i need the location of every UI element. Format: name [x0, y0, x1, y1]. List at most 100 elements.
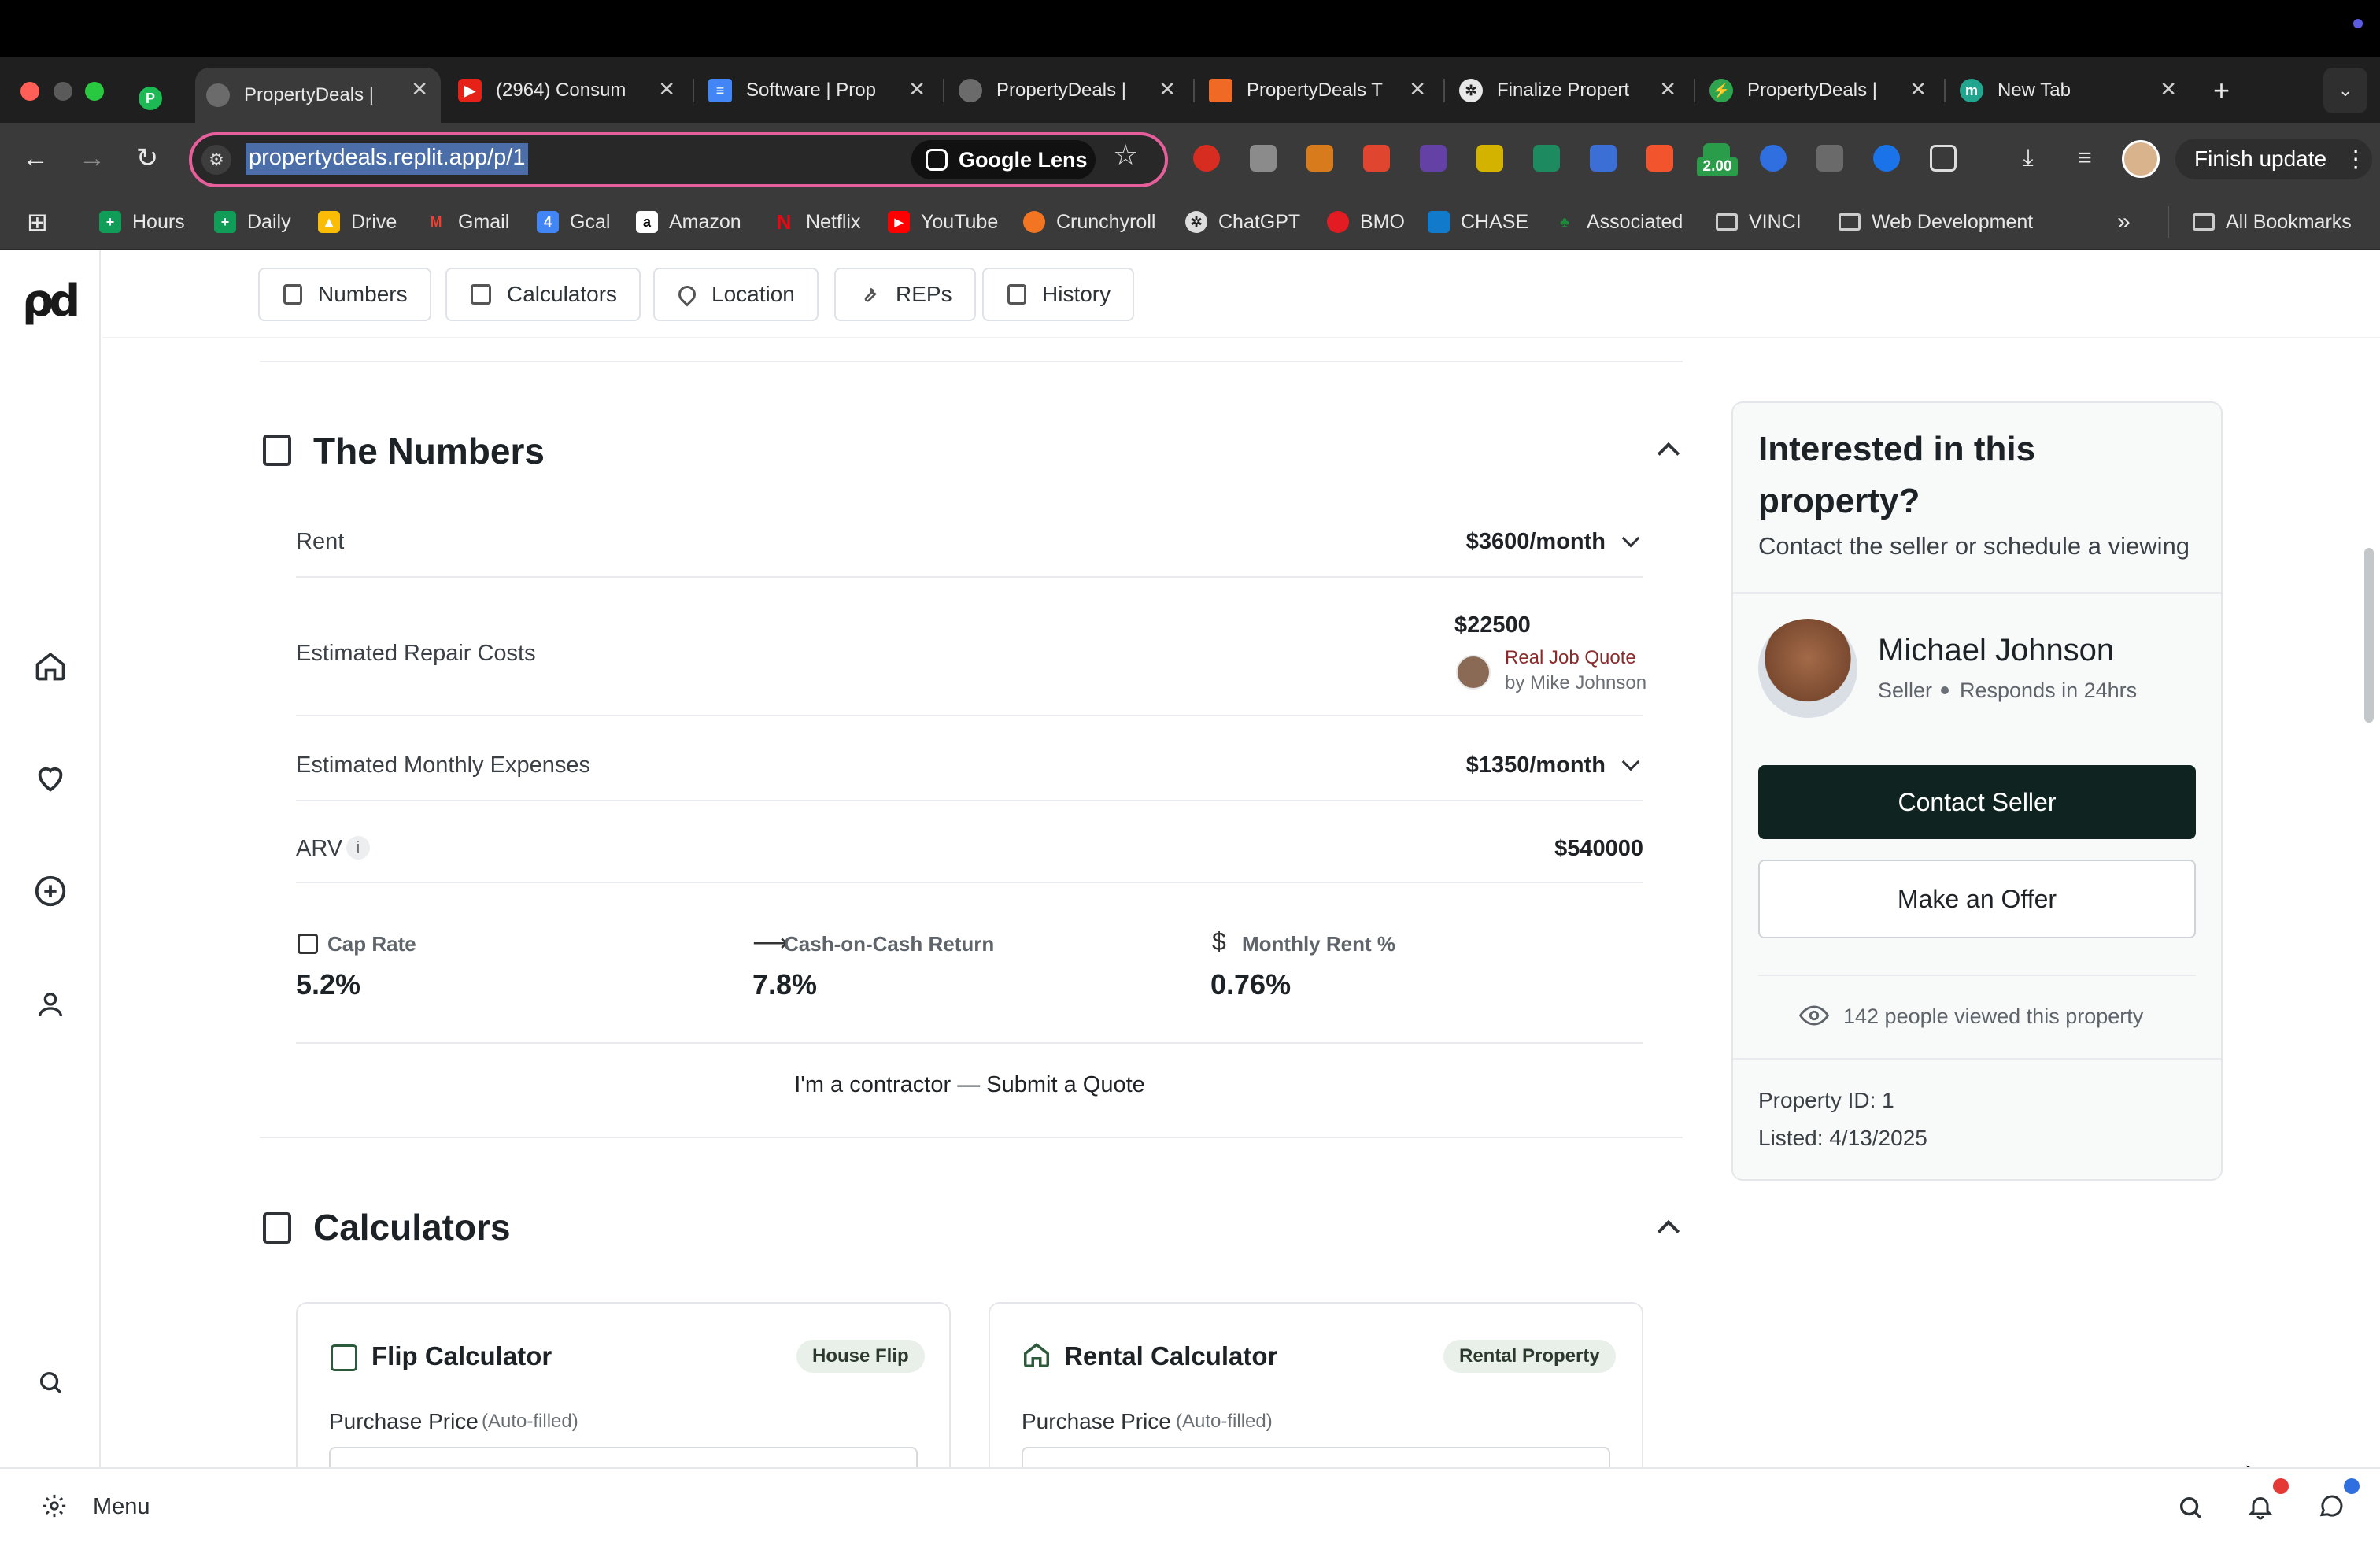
profile-p-icon: P	[139, 87, 162, 110]
tab-title: PropertyDeals |	[996, 80, 1126, 101]
bookmark-netflix[interactable]: N Netflix	[773, 208, 861, 236]
close-tab-icon[interactable]: ✕	[1409, 77, 1426, 102]
tab-separator	[1694, 79, 1695, 102]
bookmark-chatgpt[interactable]: ✲ ChatGPT	[1185, 208, 1300, 236]
bookmark-chase[interactable]: CHASE	[1428, 208, 1528, 236]
tab-youtube[interactable]: ▶ (2964) Consum ✕	[447, 68, 688, 113]
bookmark-bmo[interactable]: BMO	[1327, 208, 1405, 236]
close-tab-icon[interactable]: ✕	[908, 77, 926, 102]
real-job-quote-link[interactable]: Real Job Quote	[1505, 647, 1636, 669]
extension-purple-icon[interactable]	[1420, 145, 1447, 172]
gear-icon[interactable]	[41, 1492, 68, 1523]
extension-green-s-icon[interactable]	[1533, 145, 1560, 172]
contractor-submit-quote-link[interactable]: I'm a contractor — Submit a Quote	[296, 1072, 1643, 1098]
rental-autofilled-hint: (Auto-filled)	[1176, 1411, 1273, 1432]
contact-seller-button[interactable]: Contact Seller	[1758, 765, 2196, 839]
bookmark-drive[interactable]: ▲ Drive	[318, 208, 397, 236]
extension-grey-icon[interactable]	[1250, 145, 1277, 172]
heart-icon[interactable]	[30, 757, 71, 798]
nav-history[interactable]: History	[982, 268, 1135, 321]
nav-calculators[interactable]: Calculators	[445, 268, 641, 321]
close-tab-icon[interactable]: ✕	[1909, 77, 1927, 102]
divider	[296, 1042, 1643, 1044]
chat-icon[interactable]	[2317, 1492, 2345, 1525]
media-control-icon[interactable]: ≡	[2065, 139, 2105, 178]
extension-pen-icon[interactable]	[1590, 145, 1617, 172]
extension-todoist-icon[interactable]	[1363, 145, 1390, 172]
download-icon[interactable]: ⤓	[2009, 139, 2048, 178]
extension-orange-2-icon[interactable]	[1646, 145, 1673, 172]
bookmark-daily[interactable]: + Daily	[214, 208, 291, 236]
make-offer-button[interactable]: Make an Offer	[1758, 860, 2196, 938]
search-icon[interactable]	[30, 1362, 71, 1403]
tab-new-tab[interactable]: m New Tab ✕	[1949, 68, 2190, 113]
pd-logo[interactable]: ρd	[22, 276, 80, 327]
cap-rate-label: Cap Rate	[327, 932, 416, 956]
bookmark-label: BMO	[1360, 210, 1405, 233]
url-text[interactable]: propertydeals.replit.app/p/1	[246, 143, 529, 175]
bookmark-hours[interactable]: + Hours	[99, 208, 185, 236]
map-pin-icon	[674, 282, 700, 307]
more-bookmarks-icon[interactable]: »	[2117, 208, 2131, 236]
nav-numbers[interactable]: Numbers	[258, 268, 431, 321]
bookmark-gmail[interactable]: M Gmail	[425, 208, 510, 236]
tab-propertydeals-1[interactable]: PropertyDeals | ✕	[195, 68, 441, 123]
close-tab-icon[interactable]: ✕	[2160, 77, 2177, 102]
bookmark-folder-vinci[interactable]: VINCI	[1716, 208, 1802, 236]
percent-square-icon	[263, 1212, 291, 1244]
quote-author: by Mike Johnson	[1505, 672, 1647, 693]
menu-label[interactable]: Menu	[93, 1494, 150, 1520]
extension-orange-icon[interactable]	[1306, 145, 1333, 172]
bookmark-folder-web-development[interactable]: Web Development	[1839, 208, 2033, 236]
extension-1password-icon[interactable]	[1873, 145, 1900, 172]
site-info-icon[interactable]: ⚙	[201, 145, 231, 175]
extensions-puzzle-icon[interactable]	[1930, 145, 1957, 172]
tab-group-badge[interactable]: P	[139, 76, 162, 121]
nav-location[interactable]: Location	[653, 268, 819, 321]
add-circle-icon[interactable]	[30, 871, 71, 912]
bookmark-associated[interactable]: ♣ Associated	[1554, 208, 1683, 236]
extension-red-icon[interactable]	[1193, 145, 1220, 172]
close-window-icon[interactable]	[20, 82, 39, 101]
tab-search-button[interactable]: ⌄	[2323, 68, 2367, 113]
bookmark-youtube[interactable]: ▶ YouTube	[888, 208, 998, 236]
back-button[interactable]: ←	[16, 139, 55, 178]
user-icon[interactable]	[30, 984, 71, 1025]
close-tab-icon[interactable]: ✕	[1659, 77, 1676, 102]
all-bookmarks-folder[interactable]: All Bookmarks	[2193, 208, 2352, 236]
flip-purchase-price-label: Purchase Price	[329, 1409, 479, 1433]
new-tab-button[interactable]: +	[2202, 68, 2249, 113]
google-lens-button[interactable]: Google Lens	[911, 140, 1096, 179]
minimize-window-icon[interactable]	[54, 82, 72, 101]
tab-propertydeals-3[interactable]: PropertyDeals T ✕	[1198, 68, 1439, 113]
status-dot-icon	[2353, 19, 2363, 28]
tab-title: PropertyDeals |	[1747, 80, 1877, 101]
maximize-window-icon[interactable]	[85, 82, 104, 101]
close-tab-icon[interactable]: ✕	[411, 77, 428, 102]
forward-button[interactable]: →	[72, 139, 112, 178]
page-scrollbar-thumb[interactable]	[2364, 548, 2374, 723]
home-icon[interactable]	[30, 645, 71, 686]
close-tab-icon[interactable]: ✕	[658, 77, 675, 102]
extension-yellow-icon[interactable]	[1476, 145, 1503, 172]
extension-screen-icon[interactable]	[1816, 145, 1843, 172]
bell-icon[interactable]	[2246, 1492, 2275, 1525]
extension-blue-icon[interactable]	[1760, 145, 1787, 172]
tab-propertydeals-4[interactable]: ⚡ PropertyDeals | ✕	[1698, 68, 1939, 113]
tab-propertydeals-2[interactable]: PropertyDeals | ✕	[948, 68, 1188, 113]
profile-avatar[interactable]	[2122, 140, 2160, 178]
nav-reps[interactable]: REPs	[834, 268, 976, 321]
close-tab-icon[interactable]: ✕	[1159, 77, 1176, 102]
apps-grid-icon[interactable]: ⊞	[27, 208, 48, 236]
bookmark-amazon[interactable]: a Amazon	[636, 208, 741, 236]
info-icon[interactable]: i	[346, 836, 370, 860]
search-icon[interactable]	[2177, 1494, 2204, 1525]
bookmark-crunchyroll[interactable]: Crunchyroll	[1023, 208, 1155, 236]
bookmark-gcal[interactable]: 4 Gcal	[537, 208, 610, 236]
tab-chatgpt[interactable]: ✲ Finalize Propert ✕	[1448, 68, 1689, 113]
reload-button[interactable]: ↻	[128, 139, 167, 178]
bookmark-star-icon[interactable]: ☆	[1113, 139, 1138, 172]
tab-docs[interactable]: ≡ Software | Prop ✕	[697, 68, 938, 113]
finish-update-button[interactable]: Finish update ⋮	[2175, 139, 2372, 179]
divider	[296, 715, 1643, 716]
